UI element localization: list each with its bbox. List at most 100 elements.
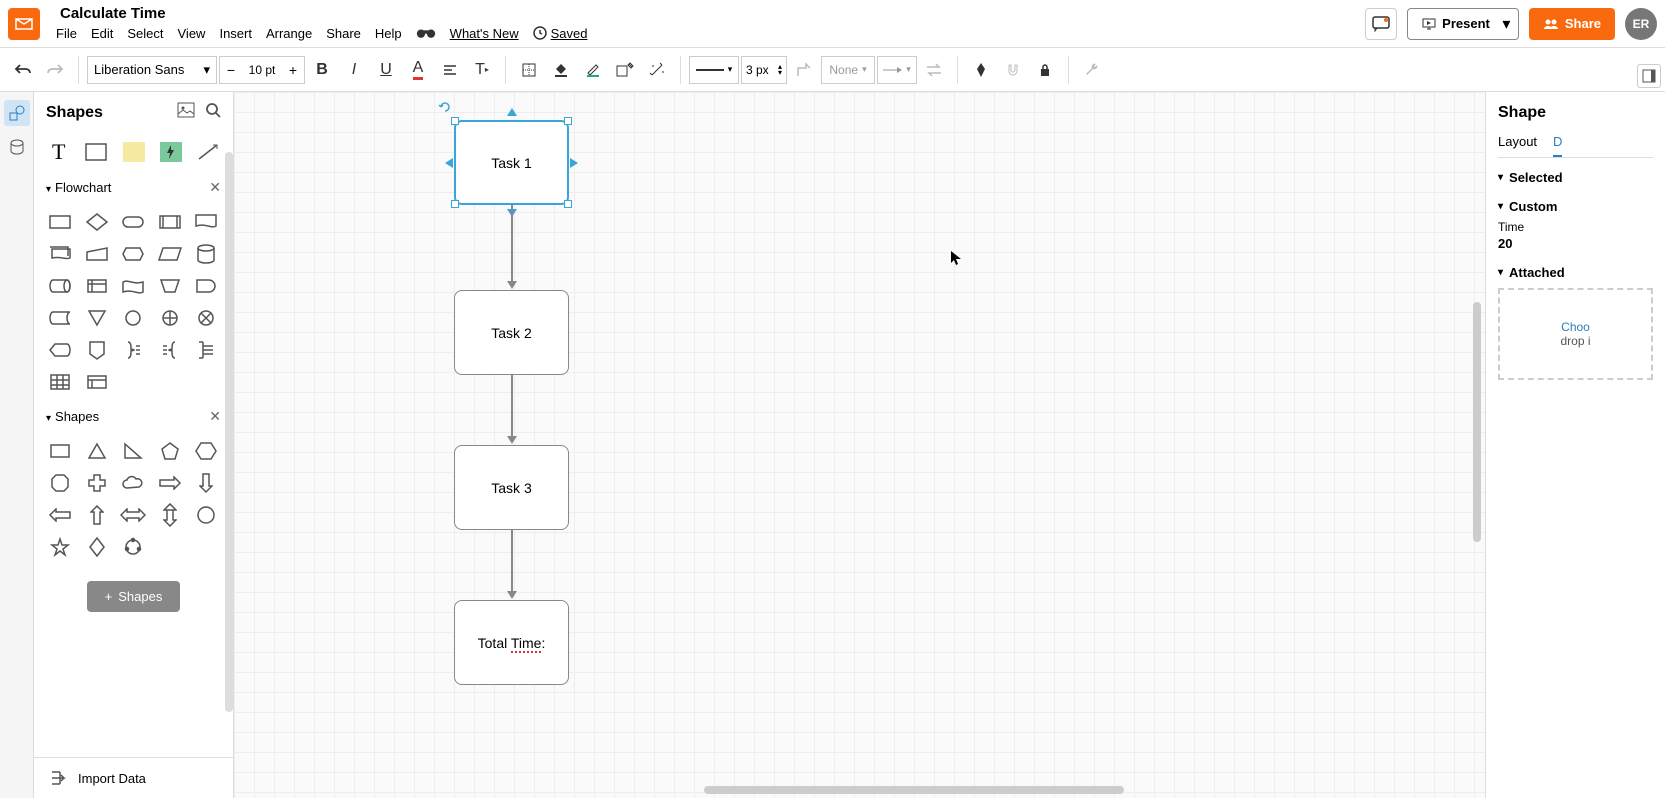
sh-triangle[interactable] xyxy=(83,439,111,463)
basic-section-header[interactable]: ▾Shapes ✕ xyxy=(34,400,233,433)
fc-manual-op[interactable] xyxy=(156,274,184,298)
line-end-select[interactable]: ▾ xyxy=(877,56,917,84)
comment-button[interactable] xyxy=(1365,8,1397,40)
fc-terminator[interactable] xyxy=(119,210,147,234)
conn-point-w[interactable] xyxy=(445,158,453,168)
sh-arrow-up[interactable] xyxy=(83,503,111,527)
right-panel-toggle[interactable] xyxy=(1637,64,1661,88)
data-rail-button[interactable] xyxy=(4,134,30,160)
handle-se[interactable] xyxy=(564,200,572,208)
menu-edit[interactable]: Edit xyxy=(91,26,113,41)
close-flowchart-icon[interactable]: ✕ xyxy=(209,179,221,196)
handle-nw[interactable] xyxy=(451,117,459,125)
fc-or[interactable] xyxy=(156,306,184,330)
node-task-3[interactable]: Task 3 xyxy=(454,445,569,530)
fc-preparation[interactable] xyxy=(119,242,147,266)
conn-point-e[interactable] xyxy=(570,158,578,168)
increase-size-button[interactable]: + xyxy=(282,57,304,83)
menu-share[interactable]: Share xyxy=(326,26,361,41)
underline-button[interactable]: U xyxy=(371,55,401,85)
import-data-button[interactable]: Import Data xyxy=(34,757,233,798)
text-color-button[interactable]: A xyxy=(403,55,433,85)
attached-section-header[interactable]: ▾Attached xyxy=(1498,265,1653,280)
app-logo[interactable] xyxy=(8,8,40,40)
sh-arrow-ud[interactable] xyxy=(156,503,184,527)
fc-multidoc[interactable] xyxy=(46,242,74,266)
conditional-button[interactable] xyxy=(966,55,996,85)
present-dropdown[interactable]: ▾ xyxy=(1495,8,1519,40)
sh-polygon[interactable] xyxy=(119,535,147,559)
text-options-button[interactable]: T▸ xyxy=(467,55,497,85)
magic-button[interactable] xyxy=(642,55,672,85)
font-family-select[interactable]: Liberation Sans▾ xyxy=(87,56,217,84)
fc-manual-input[interactable] xyxy=(83,242,111,266)
fc-note[interactable] xyxy=(192,338,220,362)
selected-section-header[interactable]: ▾Selected xyxy=(1498,170,1653,185)
fc-merge[interactable] xyxy=(83,306,111,330)
tab-layout[interactable]: Layout xyxy=(1498,134,1537,157)
handle-ne[interactable] xyxy=(564,117,572,125)
fc-swimlane[interactable] xyxy=(83,370,111,394)
choose-file-link[interactable]: Choo xyxy=(1561,320,1590,334)
horizontal-scrollbar[interactable] xyxy=(704,786,1124,794)
binoculars-icon[interactable] xyxy=(416,24,436,43)
fc-brace-right[interactable] xyxy=(119,338,147,362)
lock-button[interactable] xyxy=(1030,55,1060,85)
font-size-input[interactable] xyxy=(242,63,282,77)
present-button[interactable]: Present xyxy=(1407,8,1505,40)
sh-diamond[interactable] xyxy=(83,535,111,559)
sh-arrow-lr[interactable] xyxy=(119,503,147,527)
image-icon[interactable] xyxy=(177,102,195,123)
magnet-button[interactable] xyxy=(998,55,1028,85)
dynamic-tool[interactable] xyxy=(156,139,185,165)
wrench-button[interactable] xyxy=(1077,55,1107,85)
custom-section-header[interactable]: ▾Custom xyxy=(1498,199,1653,214)
node-task-1[interactable]: Task 1 xyxy=(454,120,569,205)
vertical-scrollbar[interactable] xyxy=(1473,302,1481,542)
connector-2-3[interactable] xyxy=(511,375,513,438)
bold-button[interactable]: B xyxy=(307,55,337,85)
sh-rect[interactable] xyxy=(46,439,74,463)
connector-1-2[interactable] xyxy=(511,205,513,283)
sh-circle[interactable] xyxy=(192,503,220,527)
line-style-select[interactable]: ▾ xyxy=(689,56,739,84)
fc-process[interactable] xyxy=(46,210,74,234)
menu-select[interactable]: Select xyxy=(127,26,163,41)
swap-ends-button[interactable] xyxy=(919,55,949,85)
fc-display[interactable] xyxy=(46,338,74,362)
connector-3-4[interactable] xyxy=(511,530,513,593)
note-tool[interactable] xyxy=(119,139,148,165)
line-tool[interactable] xyxy=(194,139,223,165)
line-color-button[interactable] xyxy=(578,55,608,85)
fc-delay[interactable] xyxy=(192,274,220,298)
sh-pentagon[interactable] xyxy=(156,439,184,463)
whats-new-link[interactable]: What's New xyxy=(450,26,519,41)
search-icon[interactable] xyxy=(205,102,221,123)
shapes-rail-button[interactable] xyxy=(4,100,30,126)
node-task-2[interactable]: Task 2 xyxy=(454,290,569,375)
fc-brace-left[interactable] xyxy=(156,338,184,362)
fc-internal-storage[interactable] xyxy=(83,274,111,298)
menu-view[interactable]: View xyxy=(178,26,206,41)
menu-help[interactable]: Help xyxy=(375,26,402,41)
sh-arrow-down[interactable] xyxy=(192,471,220,495)
fc-off-page[interactable] xyxy=(83,338,111,362)
attachment-dropzone[interactable]: Choo drop i xyxy=(1498,288,1653,380)
flowchart-section-header[interactable]: ▾Flowchart ✕ xyxy=(34,171,233,204)
fc-decision[interactable] xyxy=(83,210,111,234)
shape-options-button[interactable] xyxy=(610,55,640,85)
canvas[interactable]: Task 1 Task 2 Task xyxy=(234,92,1485,798)
sh-cross[interactable] xyxy=(83,471,111,495)
saved-status[interactable]: Saved xyxy=(533,26,588,41)
shape-fill-button[interactable] xyxy=(514,55,544,85)
fc-connector[interactable] xyxy=(119,306,147,330)
shapes-scrollbar[interactable] xyxy=(225,152,233,712)
share-button[interactable]: Share xyxy=(1529,8,1615,40)
fc-direct-data[interactable] xyxy=(46,274,74,298)
italic-button[interactable]: I xyxy=(339,55,369,85)
menu-insert[interactable]: Insert xyxy=(219,26,252,41)
fc-predefined[interactable] xyxy=(156,210,184,234)
fc-data[interactable] xyxy=(156,242,184,266)
sh-hexagon[interactable] xyxy=(192,439,220,463)
sh-octagon[interactable] xyxy=(46,471,74,495)
